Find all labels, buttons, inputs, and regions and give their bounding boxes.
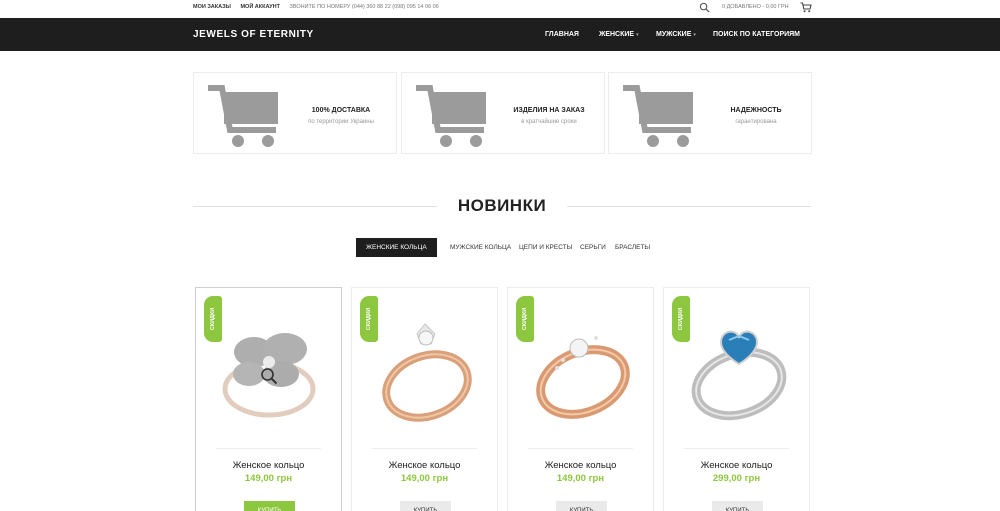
product-image[interactable]	[521, 294, 641, 434]
product-image[interactable]	[209, 294, 329, 434]
phone-text: ЗВОНИТЕ ПО НОМЕРУ (044) 360 88 22 (098) …	[289, 4, 439, 10]
chevron-down-icon: ▾	[636, 32, 639, 38]
tab-chains-crosses[interactable]: ЦЕПИ И КРЕСТЫ	[519, 238, 572, 257]
product-price: 149,00 грн	[400, 473, 449, 484]
nav-home[interactable]: ГЛАВНАЯ	[545, 31, 579, 38]
search-icon[interactable]	[699, 2, 710, 13]
product-price: 299,00 грн	[712, 473, 761, 484]
feature-delivery: 100% ДОСТАВКА по территории Украины	[193, 72, 397, 154]
divider-right	[567, 206, 811, 207]
tab-mens-rings[interactable]: МУЖСКИЕ КОЛЬЦА	[450, 238, 511, 257]
nav-men[interactable]: МУЖСКИЕ ▾	[656, 31, 696, 38]
product-price: 149,00 грн	[556, 473, 605, 484]
feature-title: ИЗДЕЛИЯ НА ЗАКАЗ	[513, 107, 585, 114]
feature-reliability: НАДЕЖНОСТЬ гарантирована	[608, 72, 812, 154]
feature-subtitle: гарантирована	[735, 119, 777, 125]
sale-badge: СКИДКИ	[516, 296, 534, 342]
my-account-link[interactable]: МОЙ АККАУНТ	[240, 4, 280, 10]
sale-badge-label: СКИДКИ	[210, 307, 216, 331]
card-divider	[684, 448, 789, 449]
my-orders-link[interactable]: МОИ ЗАКАЗЫ	[193, 4, 231, 10]
shopping-cart-icon	[416, 85, 486, 147]
cart-icon[interactable]	[800, 2, 812, 13]
feature-subtitle: в кратчайшие сроки	[521, 119, 577, 125]
product-name[interactable]: Женское кольцо	[664, 460, 809, 471]
card-divider	[372, 448, 477, 449]
nav-search-category[interactable]: ПОИСК ПО КАТЕГОРИЯМ	[713, 31, 800, 38]
nav-women[interactable]: ЖЕНСКИЕ ▾	[599, 31, 639, 38]
sale-badge: СКИДКИ	[672, 296, 690, 342]
site-logo[interactable]: JEWELS OF ETERNITY	[193, 29, 314, 40]
top-links: МОИ ЗАКАЗЫ МОЙ АККАУНТ ЗВОНИТЕ ПО НОМЕРУ…	[193, 4, 447, 10]
chevron-down-icon: ▾	[693, 32, 696, 38]
product-name[interactable]: Женское кольцо	[508, 460, 653, 471]
divider-left	[193, 206, 437, 207]
product-name[interactable]: Женское кольцо	[196, 460, 341, 471]
feature-custom-orders: ИЗДЕЛИЯ НА ЗАКАЗ в кратчайшие сроки	[401, 72, 605, 154]
sale-badge-label: СКИДКИ	[678, 307, 684, 331]
buy-button[interactable]: КУПИТЬ	[244, 501, 295, 511]
product-card[interactable]: СКИДКИ Женское кольцо 299,00 грн КУПИТЬ	[663, 287, 810, 511]
product-card[interactable]: СКИДКИ Женское кольцо 149,00 грн КУПИТЬ	[351, 287, 498, 511]
nav-home-label: ГЛАВНАЯ	[545, 31, 579, 38]
section-title: НОВИНКИ	[457, 196, 547, 215]
card-divider	[216, 448, 321, 449]
buy-button[interactable]: КУПИТЬ	[712, 501, 763, 511]
sale-badge: СКИДКИ	[360, 296, 378, 342]
product-price: 149,00 грн	[244, 473, 293, 484]
product-name[interactable]: Женское кольцо	[352, 460, 497, 471]
product-card[interactable]: СКИДКИ Женское кольцо 149,00 грн КУПИТЬ	[195, 287, 342, 511]
main-navbar: JEWELS OF ETERNITY ГЛАВНАЯ ЖЕНСКИЕ ▾ МУЖС…	[0, 18, 1000, 51]
feature-title: 100% ДОСТАВКА	[311, 107, 371, 114]
product-card[interactable]: СКИДКИ Женское кольцо 149,00 грн КУПИТЬ	[507, 287, 654, 511]
feature-title: НАДЕЖНОСТЬ	[730, 107, 782, 114]
sale-badge-label: СКИДКИ	[366, 307, 372, 331]
nav-search-category-label: ПОИСК ПО КАТЕГОРИЯМ	[713, 31, 801, 38]
nav-women-label: ЖЕНСКИЕ	[599, 31, 635, 38]
product-image[interactable]	[365, 294, 485, 434]
cart-summary[interactable]: 0 ДОБАВЛЕНО - 0,00 ГРН	[722, 4, 789, 10]
tab-earrings[interactable]: СЕРЬГИ	[580, 238, 606, 257]
tab-womens-rings[interactable]: ЖЕНСКИЕ КОЛЬЦА	[356, 238, 437, 257]
top-bar: МОИ ЗАКАЗЫ МОЙ АККАУНТ ЗВОНИТЕ ПО НОМЕРУ…	[0, 0, 1000, 18]
buy-button[interactable]: КУПИТЬ	[400, 501, 451, 511]
feature-subtitle: по территории Украины	[308, 119, 374, 125]
tab-bracelets[interactable]: БРАСЛЕТЫ	[615, 238, 650, 257]
shopping-cart-icon	[208, 85, 278, 147]
sale-badge: СКИДКИ	[204, 296, 222, 342]
card-divider	[528, 448, 633, 449]
product-image[interactable]	[677, 294, 797, 434]
buy-button[interactable]: КУПИТЬ	[556, 501, 607, 511]
zoom-icon[interactable]	[260, 367, 278, 385]
shopping-cart-icon	[623, 85, 693, 147]
sale-badge-label: СКИДКИ	[522, 307, 528, 331]
nav-men-label: МУЖСКИЕ	[656, 31, 692, 38]
